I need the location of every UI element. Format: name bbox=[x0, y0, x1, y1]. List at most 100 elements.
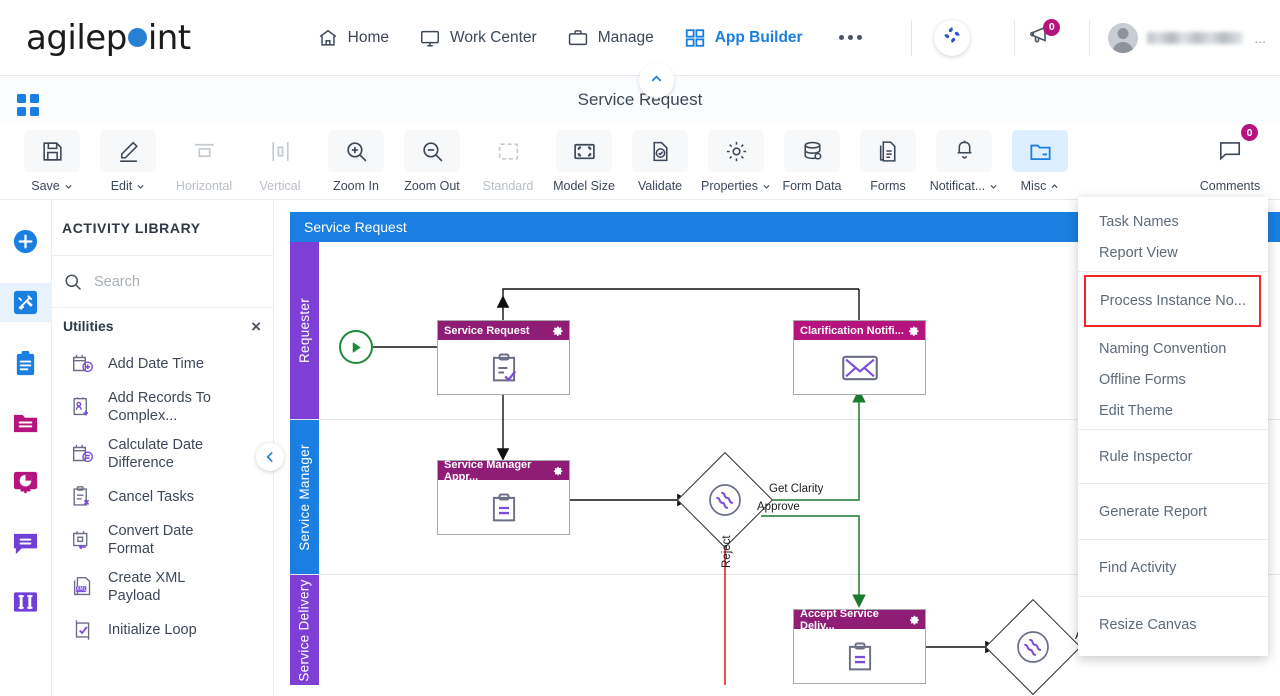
nav-item-app-builder[interactable]: App Builder bbox=[684, 27, 803, 49]
activity-item-cancel-tasks[interactable]: Cancel Tasks bbox=[52, 477, 273, 517]
nav-more-button[interactable] bbox=[838, 35, 862, 40]
toolbar-button-save[interactable]: Save bbox=[14, 124, 90, 193]
node-service-request[interactable]: Service Request bbox=[437, 320, 570, 395]
announcements-button[interactable]: 0 bbox=[1023, 18, 1061, 55]
toolbar-label-wrap: Horizontal bbox=[176, 179, 232, 193]
rail-item-documents[interactable] bbox=[0, 405, 52, 442]
tools-icon bbox=[13, 290, 38, 315]
misc-item-offline-forms[interactable]: Offline Forms bbox=[1078, 364, 1268, 395]
toolbar-button-notifications[interactable]: Notificat... bbox=[926, 124, 1002, 193]
custom-gateway-icon bbox=[709, 484, 741, 516]
app-launcher-grid-icon[interactable] bbox=[17, 94, 39, 116]
node-header: Service Request bbox=[438, 321, 569, 340]
calendar-calc-icon bbox=[73, 444, 93, 462]
toolbar-label-wrap: Zoom Out bbox=[404, 179, 460, 193]
node-accept-service-delivery[interactable]: Accept Service Deliv... bbox=[793, 608, 926, 684]
misc-section: Rule Inspector bbox=[1078, 430, 1268, 484]
misc-item-resize-canvas[interactable]: Resize Canvas bbox=[1078, 600, 1268, 649]
toolbar-label-wrap: Properties bbox=[701, 179, 771, 193]
misc-section: Task Names Report View bbox=[1078, 203, 1268, 272]
node-title: Service Request bbox=[444, 324, 530, 337]
misc-item-naming-convention[interactable]: Naming Convention bbox=[1078, 333, 1268, 364]
activity-item-create-xml-payload[interactable]: XML Create XML Payload bbox=[52, 564, 273, 611]
top-navigation-bar: agilep int Home Work Center Manage App B… bbox=[0, 0, 1280, 76]
nav-divider bbox=[911, 19, 913, 56]
toolbar-button-comments[interactable]: 0 Comments bbox=[1192, 124, 1268, 193]
form-task-icon bbox=[492, 353, 516, 381]
standard-size-icon bbox=[480, 130, 536, 172]
toolbar-button-validate[interactable]: Validate bbox=[622, 124, 698, 193]
start-event[interactable] bbox=[339, 330, 373, 364]
rail-item-add[interactable] bbox=[0, 222, 52, 261]
nav-divider bbox=[1014, 19, 1016, 56]
activity-item-convert-date-format[interactable]: Convert Date Format bbox=[52, 517, 273, 564]
rail-item-comments[interactable] bbox=[0, 525, 52, 562]
toolbar-button-model-size[interactable]: Model Size bbox=[546, 124, 622, 193]
node-service-manager-approval[interactable]: Service Manager Appr... bbox=[437, 459, 570, 535]
toolbar-button-horizontal[interactable]: Horizontal bbox=[166, 124, 242, 193]
search-input[interactable] bbox=[94, 273, 244, 290]
rail-item-activities[interactable] bbox=[0, 283, 52, 322]
gear-icon[interactable] bbox=[908, 325, 920, 337]
toolbar-button-vertical[interactable]: Vertical bbox=[242, 124, 318, 193]
activity-item-label: Add Date Time bbox=[108, 355, 204, 372]
misc-item-task-names[interactable]: Task Names bbox=[1078, 206, 1268, 237]
misc-item-edit-theme[interactable]: Edit Theme bbox=[1078, 395, 1268, 426]
toolbar-button-edit[interactable]: Edit bbox=[90, 124, 166, 193]
toolbar-standard-label: Standard bbox=[482, 179, 534, 193]
columns-icon bbox=[13, 592, 38, 612]
vertical-align-icon bbox=[252, 130, 308, 172]
rail-item-columns[interactable] bbox=[0, 584, 52, 620]
misc-item-find-activity[interactable]: Find Activity bbox=[1078, 543, 1268, 593]
avatar bbox=[1108, 22, 1139, 53]
misc-item-report-view[interactable]: Report View bbox=[1078, 237, 1268, 268]
node-header: Service Manager Appr... bbox=[438, 459, 569, 483]
rail-item-reports[interactable] bbox=[0, 464, 52, 503]
logo-dot-icon bbox=[127, 28, 147, 47]
toolbar-zoom-out-label: Zoom Out bbox=[404, 179, 460, 193]
misc-item-process-instance-no[interactable]: Process Instance No... bbox=[1086, 280, 1259, 322]
comment-icon bbox=[13, 533, 38, 555]
activity-item-add-records-to-complex[interactable]: Add Records To Complex... bbox=[52, 384, 273, 431]
toolbar-button-zoom-out[interactable]: Zoom Out bbox=[394, 124, 470, 193]
misc-item-generate-report[interactable]: Generate Report bbox=[1078, 487, 1268, 536]
nav-item-work-center[interactable]: Work Center bbox=[419, 27, 537, 49]
user-menu[interactable]: ... bbox=[1108, 22, 1266, 53]
nav-item-manage[interactable]: Manage bbox=[567, 27, 654, 49]
toolbar-button-form-data[interactable]: Form Data bbox=[774, 124, 850, 193]
chevron-up-icon bbox=[649, 71, 664, 91]
toolbar-button-zoom-in[interactable]: Zoom In bbox=[318, 124, 394, 193]
toolbar-button-properties[interactable]: Properties bbox=[698, 124, 774, 193]
records-add-icon bbox=[73, 397, 89, 416]
logo-text-pre: agilep bbox=[26, 17, 127, 58]
chevron-down-icon bbox=[65, 184, 72, 189]
agilepoint-assistant-button[interactable] bbox=[934, 19, 971, 56]
model-size-icon bbox=[556, 130, 612, 172]
toolbar-button-forms[interactable]: Forms bbox=[850, 124, 926, 193]
lane-band-service-manager: Service Manager bbox=[290, 420, 319, 574]
nav-item-work-center-label: Work Center bbox=[450, 28, 537, 46]
collapse-header-button[interactable] bbox=[639, 63, 674, 98]
envelope-icon bbox=[841, 355, 878, 380]
gear-icon[interactable] bbox=[909, 614, 920, 626]
toolbar-button-misc[interactable]: Misc bbox=[1002, 124, 1078, 193]
activity-item-initialize-loop[interactable]: Initialize Loop bbox=[52, 610, 273, 650]
agilepoint-logo[interactable]: agilep int bbox=[26, 18, 191, 58]
close-icon[interactable]: × bbox=[251, 318, 261, 335]
rail-item-tasks[interactable] bbox=[0, 344, 52, 383]
gear-icon[interactable] bbox=[552, 325, 564, 337]
activity-item-calculate-date-difference[interactable]: Calculate Date Difference bbox=[52, 431, 273, 478]
nav-item-home[interactable]: Home bbox=[317, 27, 389, 49]
toolbar-label-wrap: Standard bbox=[483, 179, 534, 193]
gear-icon[interactable] bbox=[553, 465, 564, 477]
misc-item-rule-inspector[interactable]: Rule Inspector bbox=[1078, 433, 1268, 480]
toolbar-label-wrap: Zoom In bbox=[333, 179, 379, 193]
node-clarification-notification[interactable]: Clarification Notifi... bbox=[793, 320, 926, 395]
lane-label-service-delivery: Service Delivery bbox=[297, 578, 313, 682]
activity-item-add-date-time[interactable]: Add Date Time bbox=[52, 344, 273, 384]
toolbar-button-standard[interactable]: Standard bbox=[470, 124, 546, 193]
toolbar-model-size-label: Model Size bbox=[553, 179, 615, 193]
node-body bbox=[794, 340, 925, 395]
collapse-panel-button[interactable] bbox=[256, 443, 284, 471]
toolbar-label-wrap: Comments bbox=[1200, 179, 1260, 193]
